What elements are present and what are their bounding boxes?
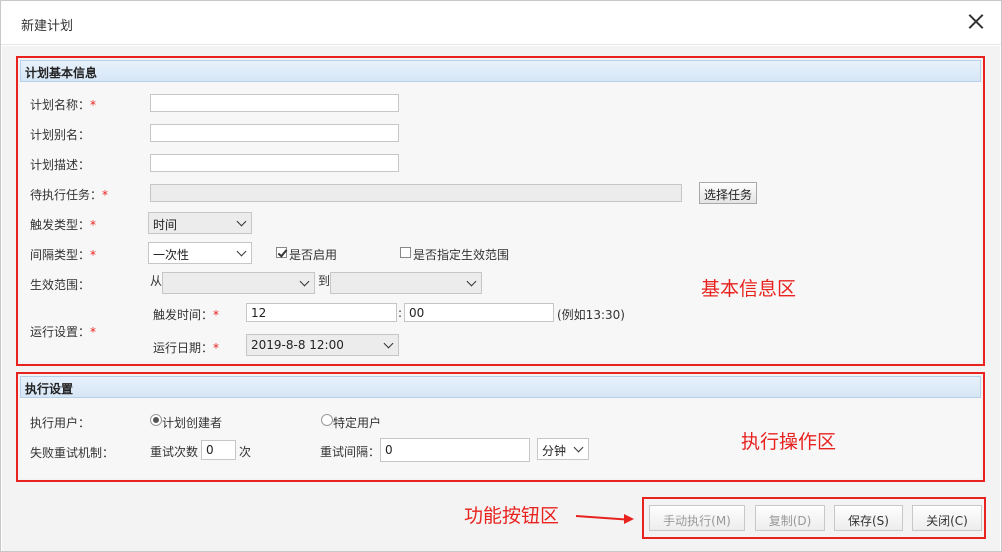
basic-area-annotation: 基本信息区 [701, 278, 797, 300]
annotation-arrow-head-icon [624, 514, 634, 524]
chevron-down-icon [573, 442, 584, 453]
chevron-down-icon [236, 246, 247, 257]
dialog-title: 新建计划 [21, 19, 74, 34]
chevron-down-icon [299, 276, 310, 287]
manual-run-button[interactable]: 手动执行(M) [649, 505, 745, 531]
retry-interval-input[interactable] [380, 438, 530, 462]
trigger-minute-input[interactable] [404, 303, 554, 322]
trigger-type-label: 触发类型：* [30, 218, 97, 232]
specific-user-radio-label: 特定用户 [333, 416, 382, 430]
exec-user-label: 执行用户： [30, 416, 91, 430]
retry-count-input[interactable] [201, 440, 236, 460]
dialog-titlebar: 新建计划 [1, 1, 1001, 45]
plan-alias-label: 计划别名： [30, 128, 91, 142]
copy-button[interactable]: 复制(D) [755, 505, 825, 531]
exec-area-annotation: 执行操作区 [741, 431, 837, 453]
pending-task-label: 待执行任务：* [30, 188, 109, 202]
chevron-down-icon [236, 216, 247, 227]
time-separator: : [398, 306, 403, 320]
interval-type-value: 一次性 [153, 248, 190, 262]
interval-type-label: 间隔类型：* [30, 248, 97, 262]
enabled-checkbox[interactable] [276, 247, 287, 258]
save-button[interactable]: 保存(S) [834, 505, 903, 531]
run-settings-label: 运行设置：* [30, 325, 97, 339]
specify-range-label: 是否指定生效范围 [413, 248, 510, 262]
retry-interval-unit-value: 分钟 [542, 444, 567, 458]
basic-info-header: 计划基本信息 [20, 60, 981, 82]
trigger-time-label: 触发时间：* [153, 308, 220, 322]
interval-type-select[interactable]: 一次性 [148, 242, 252, 264]
specify-range-checkbox[interactable] [400, 247, 411, 258]
plan-alias-input[interactable] [150, 124, 399, 142]
trigger-hour-input[interactable] [246, 303, 397, 322]
plan-name-label: 计划名称：* [30, 98, 97, 112]
effective-range-label: 生效范围： [30, 278, 91, 292]
to-label: 到 [318, 274, 331, 288]
range-end-select[interactable] [330, 272, 482, 294]
new-plan-dialog: 新建计划 计划基本信息 计划名称：* 计划别名： 计划描述： 待执行任务：* 选… [0, 0, 1002, 552]
chevron-down-icon [383, 338, 394, 349]
trigger-type-select[interactable]: 时间 [148, 212, 252, 234]
retry-mechanism-label: 失败重试机制： [30, 446, 115, 460]
plan-name-input[interactable] [150, 94, 399, 112]
plan-desc-input[interactable] [150, 154, 399, 172]
retry-interval-label: 重试间隔： [320, 445, 381, 459]
range-start-select[interactable] [162, 272, 315, 294]
close-icon[interactable] [965, 11, 987, 33]
time-example-hint: (例如13:30) [557, 308, 625, 322]
from-label: 从 [150, 274, 163, 288]
creator-radio[interactable] [150, 414, 162, 426]
close-button[interactable]: 关闭(C) [912, 505, 982, 531]
retry-count-unit: 次 [239, 445, 252, 459]
trigger-type-value: 时间 [153, 218, 178, 232]
retry-interval-unit-select[interactable]: 分钟 [537, 438, 589, 460]
creator-radio-label: 计划创建者 [162, 416, 223, 430]
retry-count-label: 重试次数 [150, 445, 199, 459]
plan-desc-label: 计划描述： [30, 158, 91, 172]
select-task-button[interactable]: 选择任务 [699, 182, 758, 204]
pending-task-input [150, 184, 682, 202]
chevron-down-icon [466, 276, 477, 287]
run-date-label: 运行日期：* [153, 341, 220, 355]
button-area-annotation: 功能按钮区 [464, 505, 560, 527]
run-date-value: 2019-8-8 12:00 [251, 338, 344, 352]
run-date-select[interactable]: 2019-8-8 12:00 [246, 334, 399, 356]
exec-settings-header: 执行设置 [20, 376, 981, 398]
specific-user-radio[interactable] [321, 414, 333, 426]
enabled-label: 是否启用 [289, 248, 338, 262]
